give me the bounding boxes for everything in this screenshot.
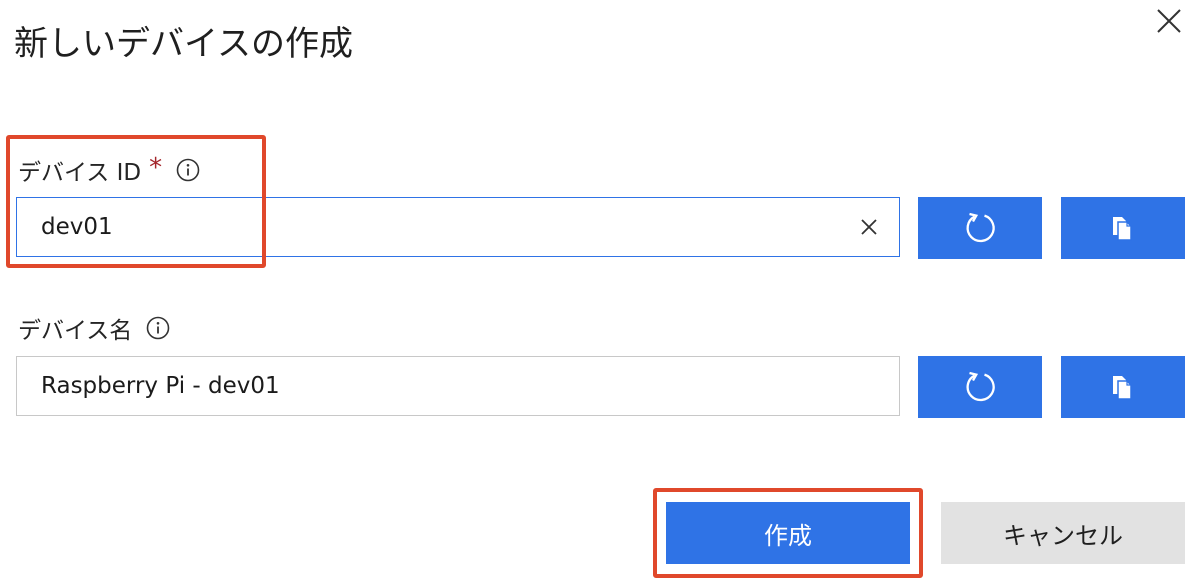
- device-id-input-box: [16, 197, 900, 257]
- device-id-input[interactable]: [17, 198, 821, 256]
- copy-device-id-button[interactable]: [1061, 197, 1185, 259]
- refresh-icon: [966, 371, 995, 402]
- clear-icon[interactable]: [857, 215, 881, 239]
- regenerate-device-id-button[interactable]: [918, 197, 1042, 259]
- device-name-label-text: デバイス名: [18, 318, 133, 344]
- device-name-input[interactable]: [17, 357, 821, 415]
- info-icon[interactable]: [146, 316, 170, 340]
- device-name-label: デバイス名: [18, 310, 170, 346]
- device-name-input-box: [16, 356, 900, 416]
- copy-icon: [1113, 376, 1132, 400]
- create-button[interactable]: 作成: [666, 502, 910, 564]
- refresh-icon: [966, 212, 995, 243]
- copy-device-name-button[interactable]: [1061, 356, 1185, 418]
- create-device-dialog: 新しいデバイスの作成 デバイス ID * dev01 デバイス名 Raspber…: [0, 0, 1200, 584]
- regenerate-device-name-button[interactable]: [918, 356, 1042, 418]
- dialog-title: 新しいデバイスの作成: [14, 24, 353, 64]
- close-icon: [1157, 9, 1181, 33]
- device-id-label: デバイス ID *: [18, 152, 200, 188]
- device-id-label-text: デバイス ID: [18, 160, 142, 186]
- close-button[interactable]: [1150, 2, 1188, 40]
- copy-icon: [1113, 217, 1132, 241]
- info-icon[interactable]: [176, 158, 200, 182]
- required-mark: *: [149, 153, 163, 183]
- cancel-button[interactable]: キャンセル: [941, 502, 1185, 564]
